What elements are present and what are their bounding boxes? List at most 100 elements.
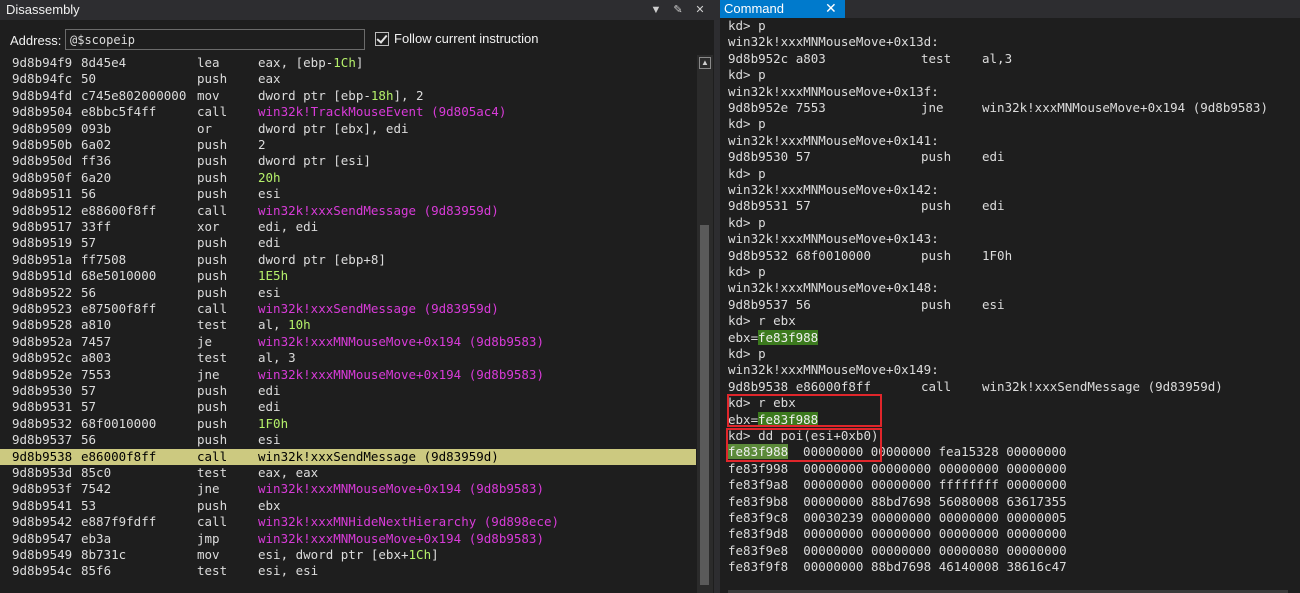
disasm-bytes: e8bbc5f4ff bbox=[81, 104, 157, 120]
follow-instruction-checkbox[interactable] bbox=[375, 32, 389, 46]
command-output[interactable]: kd> p win32k!xxxMNMouseMove+0x13d: 9d8b952… bbox=[720, 18, 1290, 593]
symbol-link[interactable]: win32k!xxxMNMouseMove+0x194 (9d8b9583) bbox=[258, 481, 544, 496]
disasm-operands: win32k!xxxMNMouseMove+0x194 (9d8b9583) bbox=[258, 531, 544, 546]
disasm-bytes: eb3a bbox=[81, 530, 112, 546]
disasm-row[interactable]: 9d8b9512 e88600f8ff call win32k!xxxSendMess… bbox=[0, 203, 696, 219]
tab-command[interactable]: Command ✕ bbox=[720, 0, 845, 18]
cmd-address-bytes: 9d8b9530 57 bbox=[728, 149, 811, 165]
disasm-address: 9d8b952a bbox=[12, 333, 73, 349]
address-label: Address: bbox=[10, 33, 62, 48]
symbol-link[interactable]: win32k!xxxMNMouseMove+0x194 (9d8b9583) bbox=[258, 531, 544, 546]
disasm-row[interactable]: 9d8b9511 56 push esi bbox=[0, 186, 696, 202]
disasm-row[interactable]: 9d8b951d 68e5010000 push 1E5h bbox=[0, 268, 696, 284]
symbol-link[interactable]: win32k!xxxMNHideNextHierarchy (9d898ece) bbox=[258, 514, 559, 529]
disasm-operands: al, 3 bbox=[258, 350, 296, 365]
disasm-row[interactable]: 9d8b9542 e887f9fdff call win32k!xxxMNHideNe… bbox=[0, 514, 696, 530]
annotation-box-dd bbox=[726, 428, 882, 462]
disasm-operands: win32k!xxxSendMessage (9d83959d) bbox=[258, 203, 499, 218]
cmd-mnemonic: push bbox=[921, 198, 952, 214]
symbol-link[interactable]: win32k!xxxSendMessage (9d83959d) bbox=[258, 203, 499, 218]
disasm-row[interactable]: 9d8b950f 6a20 push 20h bbox=[0, 170, 696, 186]
disasm-operands: win32k!TrackMouseEvent (9d805ac4) bbox=[258, 104, 506, 119]
disasm-operands: win32k!xxxMNMouseMove+0x194 (9d8b9583) bbox=[258, 367, 544, 382]
disasm-operands: win32k!xxxMNMouseMove+0x194 (9d8b9583) bbox=[258, 334, 544, 349]
disasm-bytes: 85f6 bbox=[81, 563, 112, 579]
disasm-operands: ebx bbox=[258, 498, 281, 513]
disasm-row[interactable]: 9d8b94fd c745e802000000 mov dword ptr [ebp-… bbox=[0, 88, 696, 104]
disassembly-scrollbar[interactable]: ▲ bbox=[697, 55, 713, 593]
disasm-operands: 1F0h bbox=[258, 416, 288, 431]
disasm-row[interactable]: 9d8b9509 093b or dword ptr [ebx], edi bbox=[0, 121, 696, 137]
disassembly-listing[interactable]: 9d8b94f9 8d45e4 lea eax, [ebp-1Ch] 9d8b94fc 5… bbox=[0, 55, 696, 593]
operand-text: dword ptr [ebp+8] bbox=[258, 251, 386, 267]
disasm-row[interactable]: 9d8b950b 6a02 push 2 bbox=[0, 137, 696, 153]
disasm-operands: eax bbox=[258, 71, 281, 86]
address-input[interactable] bbox=[65, 29, 365, 50]
disasm-row[interactable]: 9d8b952c a803 test al, 3 bbox=[0, 350, 696, 366]
disasm-row[interactable]: 9d8b954c 85f6 test esi, esi bbox=[0, 563, 696, 579]
disasm-bytes: 56 bbox=[81, 284, 97, 300]
command-text: kd> p bbox=[728, 264, 766, 279]
command-text: win32k!xxxMNMouseMove+0x141: bbox=[728, 132, 939, 148]
disasm-operands: edi bbox=[258, 235, 281, 250]
disasm-row[interactable]: 9d8b9523 e87500f8ff call win32k!xxxSendMess… bbox=[0, 301, 696, 317]
disasm-bytes: 7457 bbox=[81, 333, 112, 349]
disasm-row[interactable]: 9d8b9504 e8bbc5f4ff call win32k!TrackMouseE… bbox=[0, 104, 696, 120]
operand-text: dword ptr [ebx], edi bbox=[258, 120, 409, 136]
close-icon[interactable]: ✕ bbox=[692, 2, 708, 18]
disasm-address: 9d8b9523 bbox=[12, 301, 73, 316]
disasm-address: 9d8b94fc bbox=[12, 71, 73, 87]
disasm-bytes: ff36 bbox=[81, 153, 112, 169]
disasm-mnemonic: push bbox=[197, 186, 228, 202]
disasm-row[interactable]: 9d8b9541 53 push ebx bbox=[0, 498, 696, 514]
symbol-link[interactable]: win32k!xxxMNMouseMove+0x194 (9d8b9583) bbox=[258, 367, 544, 382]
cmd-operands: win32k!xxxMNMouseMove+0x194 (9d8b9583) bbox=[982, 100, 1268, 115]
cmd-mnemonic: jne bbox=[921, 100, 944, 115]
disasm-row[interactable]: 9d8b9519 57 push edi bbox=[0, 235, 696, 251]
disasm-mnemonic: test bbox=[197, 465, 228, 480]
disasm-row[interactable]: 9d8b9549 8b731c mov esi, dword ptr [ebx+1Ch… bbox=[0, 547, 696, 563]
command-text: fe83f9b8 00000000 88bd7698 56080008 6361… bbox=[728, 493, 1067, 509]
disasm-address: 9d8b9519 bbox=[12, 235, 73, 251]
symbol-link[interactable]: win32k!TrackMouseEvent (9d805ac4) bbox=[258, 104, 506, 119]
disasm-row[interactable]: 9d8b9547 eb3a jmp win32k!xxxMNMouseMove+0x1… bbox=[0, 531, 696, 547]
symbol-link[interactable]: win32k!xxxMNMouseMove+0x194 (9d8b9583) bbox=[258, 334, 544, 349]
disasm-row[interactable]: 9d8b94fc 50 push eax bbox=[0, 71, 696, 87]
disasm-row[interactable]: 9d8b950d ff36 push dword ptr [esi] bbox=[0, 153, 696, 169]
command-text: win32k!xxxMNMouseMove+0x148: bbox=[728, 280, 939, 296]
disasm-row[interactable]: 9d8b952a 7457 je win32k!xxxMNMouseMove+0x19… bbox=[0, 334, 696, 350]
disasm-row[interactable]: 9d8b9530 57 push edi bbox=[0, 383, 696, 399]
disasm-address: 9d8b9549 bbox=[12, 547, 73, 562]
disasm-bytes: ff7508 bbox=[81, 251, 127, 267]
disasm-row[interactable]: 9d8b9522 56 push esi bbox=[0, 285, 696, 301]
disasm-mnemonic: push bbox=[197, 71, 228, 87]
dropdown-icon[interactable]: ▼ bbox=[648, 2, 664, 18]
command-text: win32k!xxxMNMouseMove+0x142: bbox=[728, 182, 939, 197]
disasm-row[interactable]: 9d8b953d 85c0 test eax, eax bbox=[0, 465, 696, 481]
command-scrollbar[interactable] bbox=[1292, 18, 1300, 593]
disasm-row[interactable]: 9d8b951a ff7508 push dword ptr [ebp+8] bbox=[0, 252, 696, 268]
disasm-operands: 20h bbox=[258, 170, 281, 185]
pin-icon[interactable]: ✎ bbox=[670, 2, 686, 18]
disasm-row[interactable]: 9d8b9532 68f0010000 push 1F0h bbox=[0, 416, 696, 432]
scroll-thumb[interactable] bbox=[700, 225, 709, 585]
close-icon[interactable]: ✕ bbox=[825, 0, 837, 17]
disasm-bytes: 68e5010000 bbox=[81, 268, 157, 284]
disasm-row[interactable]: 9d8b9517 33ff xor edi, edi bbox=[0, 219, 696, 235]
current-instruction-row[interactable]: 9d8b9538 e86000f8ff call win32k!xxxSendMess… bbox=[0, 448, 696, 465]
immediate-value: 1Ch bbox=[333, 55, 356, 70]
symbol-link[interactable]: win32k!xxxSendMessage (9d83959d) bbox=[258, 301, 499, 316]
scroll-up-icon[interactable]: ▲ bbox=[699, 57, 711, 69]
command-text: fe83f9f8 00000000 88bd7698 46140008 3861… bbox=[728, 559, 1067, 575]
disasm-mnemonic: call bbox=[197, 301, 228, 316]
disasm-row[interactable]: 9d8b952e 7553 jne win32k!xxxMNMouseMove+0x1… bbox=[0, 367, 696, 383]
disasm-address: 9d8b9528 bbox=[12, 317, 73, 333]
disasm-row[interactable]: 9d8b9531 57 push edi bbox=[0, 399, 696, 415]
disasm-bytes: 57 bbox=[81, 235, 97, 251]
disasm-row[interactable]: 9d8b953f 7542 jne win32k!xxxMNMouseMove+0x1… bbox=[0, 481, 696, 497]
disassembly-pane: Disassembly ▼ ✎ ✕ Address: Follow curren… bbox=[0, 0, 714, 593]
disasm-row[interactable]: 9d8b94f9 8d45e4 lea eax, [ebp-1Ch] bbox=[0, 55, 696, 71]
disasm-row[interactable]: 9d8b9537 56 push esi bbox=[0, 432, 696, 448]
disasm-row[interactable]: 9d8b9528 a810 test al, 10h bbox=[0, 317, 696, 333]
disasm-mnemonic: call bbox=[197, 104, 228, 120]
